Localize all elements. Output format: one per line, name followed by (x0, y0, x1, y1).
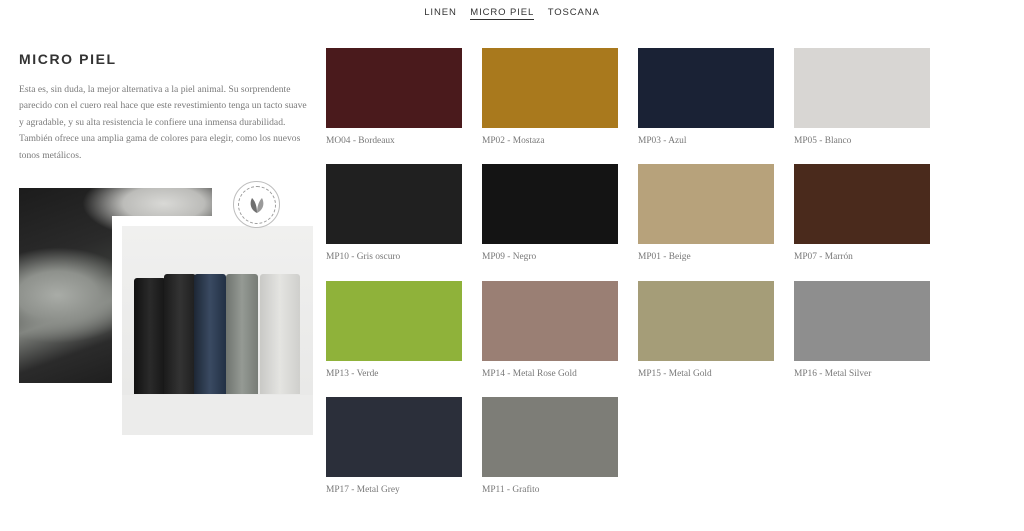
tab-toscana[interactable]: TOSCANA (548, 7, 600, 19)
swatch-label: MP15 - Metal Gold (638, 369, 712, 379)
swatch-item[interactable]: MP07 - Marrón (794, 164, 930, 274)
sample-strip (260, 274, 300, 394)
swatch-label: MP03 - Azul (638, 136, 687, 146)
image-backdrop (122, 395, 313, 435)
swatch-item[interactable]: MP14 - Metal Rose Gold (482, 281, 618, 391)
swatch-item[interactable]: MP17 - Metal Grey (326, 397, 462, 507)
swatch-item[interactable]: MP15 - Metal Gold (638, 281, 774, 391)
swatch-item[interactable]: MP11 - Grafito (482, 397, 618, 507)
swatch-label: MP14 - Metal Rose Gold (482, 369, 577, 379)
swatch-item[interactable]: MP01 - Beige (638, 164, 774, 274)
swatch-label: MP02 - Mostaza (482, 136, 545, 146)
vegan-badge (233, 181, 280, 228)
badge-ring (237, 185, 276, 224)
sample-strip (134, 278, 166, 394)
sample-strip (164, 274, 196, 394)
swatch-item[interactable]: MP16 - Metal Silver (794, 281, 930, 391)
sample-strip (194, 274, 226, 394)
leather-samples-image (122, 226, 313, 435)
swatch-color[interactable] (482, 281, 618, 361)
swatch-label: MP05 - Blanco (794, 136, 852, 146)
section-title: MICRO PIEL (19, 51, 117, 67)
leaf-icon (250, 197, 263, 213)
swatch-label: MP09 - Negro (482, 252, 537, 262)
swatch-color[interactable] (638, 164, 774, 244)
swatch-label: MP13 - Verde (326, 369, 379, 379)
swatch-item[interactable]: MP02 - Mostaza (482, 48, 618, 158)
swatch-color[interactable] (326, 164, 462, 244)
swatch-item[interactable]: MP05 - Blanco (794, 48, 930, 158)
swatch-color[interactable] (794, 281, 930, 361)
swatch-label: MP07 - Marrón (794, 252, 853, 262)
swatch-color[interactable] (326, 397, 462, 477)
swatch-label: MP01 - Beige (638, 252, 691, 262)
image-frame (112, 216, 122, 383)
image-frame (112, 216, 212, 226)
tab-micro-piel[interactable]: MICRO PIEL (470, 7, 535, 20)
swatch-item[interactable]: MP10 - Gris oscuro (326, 164, 462, 274)
swatch-color[interactable] (794, 48, 930, 128)
swatch-label: MP11 - Grafito (482, 485, 540, 495)
swatch-color[interactable] (794, 164, 930, 244)
swatch-item[interactable]: MP13 - Verde (326, 281, 462, 391)
tab-linen[interactable]: LINEN (424, 7, 456, 19)
swatch-color[interactable] (638, 48, 774, 128)
swatch-label: MP16 - Metal Silver (794, 369, 872, 379)
swatch-label: MO04 - Bordeaux (326, 136, 395, 146)
swatch-color[interactable] (482, 48, 618, 128)
section-description: Esta es, sin duda, la mejor alternativa … (19, 84, 307, 161)
swatch-item[interactable]: MP09 - Negro (482, 164, 618, 274)
swatch-color[interactable] (326, 48, 462, 128)
material-tabs: LINEN MICRO PIEL TOSCANA (0, 7, 1024, 20)
swatch-color[interactable] (638, 281, 774, 361)
swatch-color[interactable] (482, 164, 618, 244)
swatch-label: MP17 - Metal Grey (326, 485, 400, 495)
swatch-item[interactable]: MO04 - Bordeaux (326, 48, 462, 158)
swatch-color[interactable] (326, 281, 462, 361)
swatch-label: MP10 - Gris oscuro (326, 252, 401, 262)
sample-strip (226, 274, 258, 394)
swatch-item[interactable]: MP03 - Azul (638, 48, 774, 158)
swatch-color[interactable] (482, 397, 618, 477)
